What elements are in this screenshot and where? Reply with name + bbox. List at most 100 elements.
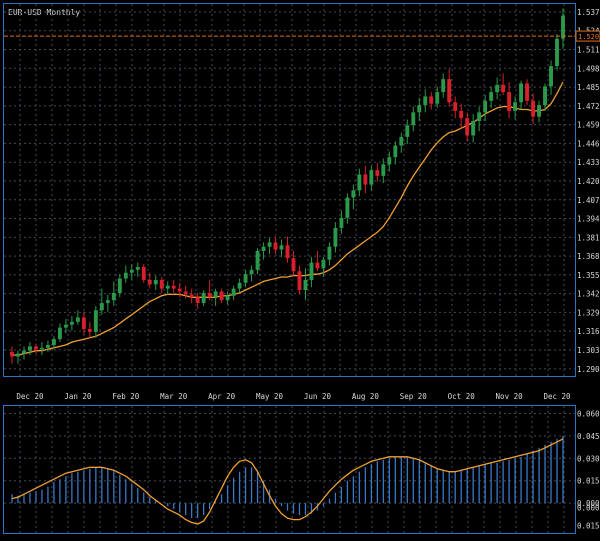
candle-up bbox=[513, 102, 518, 111]
candle-up bbox=[249, 269, 254, 275]
candle-up bbox=[237, 282, 242, 289]
candle-down bbox=[87, 329, 92, 332]
date-axis-label: May 20 bbox=[256, 392, 284, 401]
price-axis-label: 1.3555 bbox=[577, 271, 600, 280]
date-axis-label: Oct 20 bbox=[448, 392, 476, 401]
candle-up bbox=[201, 292, 206, 304]
candle-up bbox=[345, 197, 350, 218]
candle-down bbox=[219, 291, 224, 301]
candle-down bbox=[207, 292, 212, 298]
candle-up bbox=[435, 92, 440, 104]
candle-down bbox=[531, 100, 536, 117]
candle-up bbox=[423, 96, 428, 106]
candle-down bbox=[273, 242, 278, 250]
candle-down bbox=[459, 110, 464, 119]
candle-up bbox=[267, 242, 272, 247]
candle-up bbox=[441, 79, 446, 93]
candle-up bbox=[333, 227, 338, 247]
candle-up bbox=[117, 278, 122, 293]
candle-up bbox=[279, 245, 284, 250]
date-axis-label: Mar 20 bbox=[160, 392, 188, 401]
candle-up bbox=[471, 121, 476, 136]
candle-down bbox=[189, 294, 194, 298]
price-axis-label: 1.5375 bbox=[577, 8, 600, 17]
oscillator-axis-label: 0.000 bbox=[577, 504, 600, 513]
candle-up bbox=[69, 321, 74, 325]
candle-up bbox=[93, 310, 98, 332]
candle-down bbox=[525, 83, 530, 101]
candle-up bbox=[321, 259, 326, 269]
price-axis-label: 1.3425 bbox=[577, 290, 600, 299]
candle-up bbox=[561, 15, 565, 39]
candle-up bbox=[405, 125, 410, 137]
candle-down bbox=[195, 297, 200, 304]
candle-down bbox=[147, 279, 152, 285]
candle-down bbox=[291, 258, 296, 272]
price-axis-label: 1.3035 bbox=[577, 346, 600, 355]
candle-up bbox=[255, 251, 260, 270]
date-axis-label: Apr 20 bbox=[208, 392, 236, 401]
candle-up bbox=[519, 83, 524, 103]
candle-up bbox=[51, 339, 56, 345]
candle-down bbox=[10, 352, 14, 357]
candle-down bbox=[363, 174, 368, 185]
candle-up bbox=[495, 84, 500, 93]
candle-up bbox=[213, 291, 218, 298]
candle-up bbox=[381, 164, 386, 176]
candle-down bbox=[507, 92, 512, 111]
price-axis-label: 1.4075 bbox=[577, 196, 600, 205]
price-axis-label: 1.2905 bbox=[577, 365, 600, 374]
date-axis-label: Nov 20 bbox=[496, 392, 524, 401]
candle-up bbox=[16, 353, 20, 357]
candle-up bbox=[165, 285, 170, 289]
candle-down bbox=[34, 346, 38, 350]
candle-up bbox=[57, 327, 62, 340]
date-axis-label: Jan 20 bbox=[64, 392, 92, 401]
candle-down bbox=[159, 279, 164, 289]
candle-up bbox=[99, 303, 104, 311]
oscillator-axis-label: 0.030 bbox=[577, 454, 600, 463]
oscillator-axis-label: 0.060 bbox=[577, 409, 600, 418]
candle-down bbox=[375, 170, 380, 176]
candle-up bbox=[63, 324, 68, 328]
candle-up bbox=[261, 246, 266, 252]
candle-up bbox=[39, 347, 44, 350]
candle-up bbox=[357, 174, 362, 191]
candle-up bbox=[393, 145, 398, 158]
chart-title: EUR-USD Monthly bbox=[8, 8, 80, 17]
price-axis-label: 1.4335 bbox=[577, 158, 600, 167]
candle-up bbox=[489, 92, 494, 101]
candle-down bbox=[429, 96, 434, 104]
candle-down bbox=[465, 118, 470, 136]
candle-down bbox=[183, 291, 188, 295]
date-axis-label: Feb 20 bbox=[112, 392, 140, 401]
candle-up bbox=[555, 38, 559, 67]
candle-down bbox=[447, 79, 452, 103]
price-axis-label: 1.3945 bbox=[577, 215, 600, 224]
candle-down bbox=[81, 317, 86, 330]
date-axis-label: Aug 20 bbox=[352, 392, 380, 401]
candle-down bbox=[141, 266, 146, 280]
candle-up bbox=[483, 100, 488, 113]
candle-up bbox=[231, 288, 236, 296]
candle-up bbox=[351, 190, 356, 198]
candle-up bbox=[339, 217, 344, 228]
candle-up bbox=[153, 279, 158, 285]
candle-down bbox=[171, 285, 176, 289]
price-axis-label: 1.3685 bbox=[577, 252, 600, 261]
candle-down bbox=[297, 271, 302, 291]
candle-up bbox=[28, 346, 32, 351]
candle-up bbox=[537, 105, 541, 117]
price-axis-label: 1.4855 bbox=[577, 83, 600, 92]
candle-up bbox=[417, 105, 422, 113]
candle-up bbox=[303, 279, 308, 291]
candle-up bbox=[327, 246, 332, 260]
date-axis-label: Dec 20 bbox=[543, 392, 571, 401]
candle-up bbox=[75, 317, 80, 322]
price-axis-label: 1.3815 bbox=[577, 233, 600, 242]
oscillator-axis-label: 0.045 bbox=[577, 432, 600, 441]
candle-up bbox=[387, 157, 392, 165]
current-price-label: 1.5208 bbox=[578, 33, 600, 41]
candle-down bbox=[315, 262, 320, 269]
candle-down bbox=[285, 245, 290, 259]
